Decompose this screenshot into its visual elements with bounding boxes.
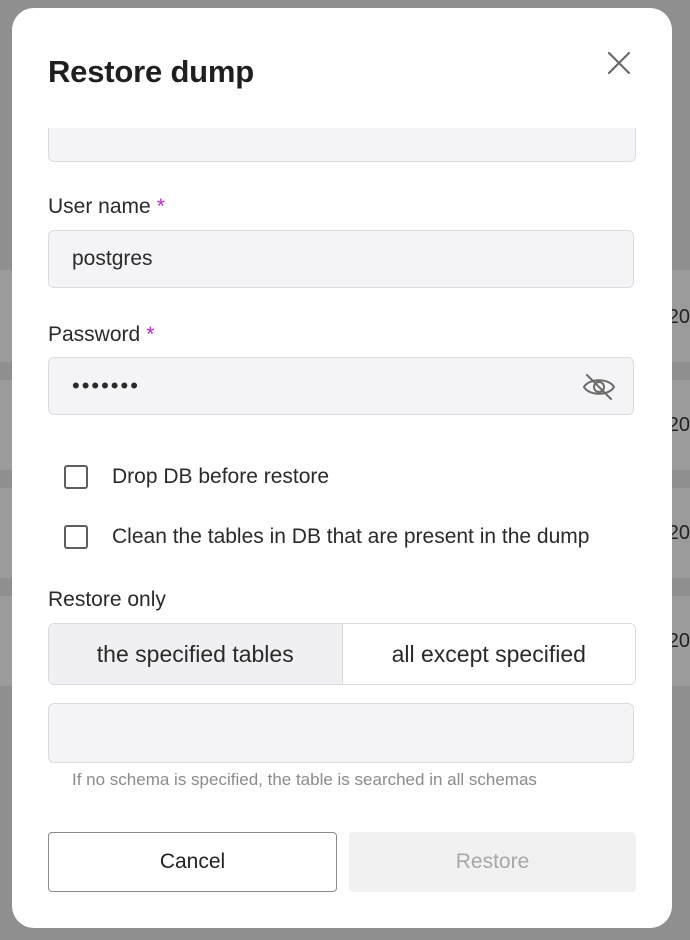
tables-hint: If no schema is specified, the table is … bbox=[72, 770, 537, 789]
tables-input[interactable] bbox=[48, 703, 634, 763]
user-name-label: User name * bbox=[48, 195, 165, 219]
previous-field-input[interactable] bbox=[48, 128, 636, 162]
specified-tables-option[interactable]: the specified tables bbox=[49, 624, 343, 684]
dialog-body[interactable]: User name * postgres Password * ••••••• Dr… bbox=[12, 128, 672, 928]
password-value: ••••••• bbox=[72, 373, 140, 398]
restore-dump-dialog: Restore dump User name * postgres Passwor… bbox=[12, 8, 672, 928]
password-label: Password * bbox=[48, 323, 154, 347]
drop-db-checkbox[interactable] bbox=[64, 465, 88, 489]
cancel-button[interactable]: Cancel bbox=[48, 832, 337, 892]
password-input[interactable]: ••••••• bbox=[48, 357, 634, 415]
password-label-text: Password bbox=[48, 323, 141, 346]
eye-off-icon[interactable] bbox=[581, 371, 617, 403]
clean-tables-label[interactable]: Clean the tables in DB that are present … bbox=[112, 525, 589, 549]
close-icon[interactable] bbox=[604, 48, 634, 78]
restore-button[interactable]: Restore bbox=[349, 832, 636, 892]
user-name-input[interactable]: postgres bbox=[48, 230, 634, 288]
restore-only-toggle: the specified tables all except specifie… bbox=[48, 623, 636, 685]
drop-db-option[interactable]: Drop DB before restore bbox=[64, 465, 329, 489]
user-name-value: postgres bbox=[72, 247, 153, 270]
clean-tables-checkbox[interactable] bbox=[64, 525, 88, 549]
drop-db-label[interactable]: Drop DB before restore bbox=[112, 465, 329, 489]
required-mark: * bbox=[146, 323, 155, 346]
clean-tables-option[interactable]: Clean the tables in DB that are present … bbox=[64, 525, 589, 549]
restore-only-label: Restore only bbox=[48, 588, 166, 611]
user-name-label-text: User name bbox=[48, 195, 151, 218]
required-mark: * bbox=[156, 195, 165, 218]
dialog-title: Restore dump bbox=[48, 54, 255, 89]
all-except-specified-option[interactable]: all except specified bbox=[342, 624, 635, 684]
